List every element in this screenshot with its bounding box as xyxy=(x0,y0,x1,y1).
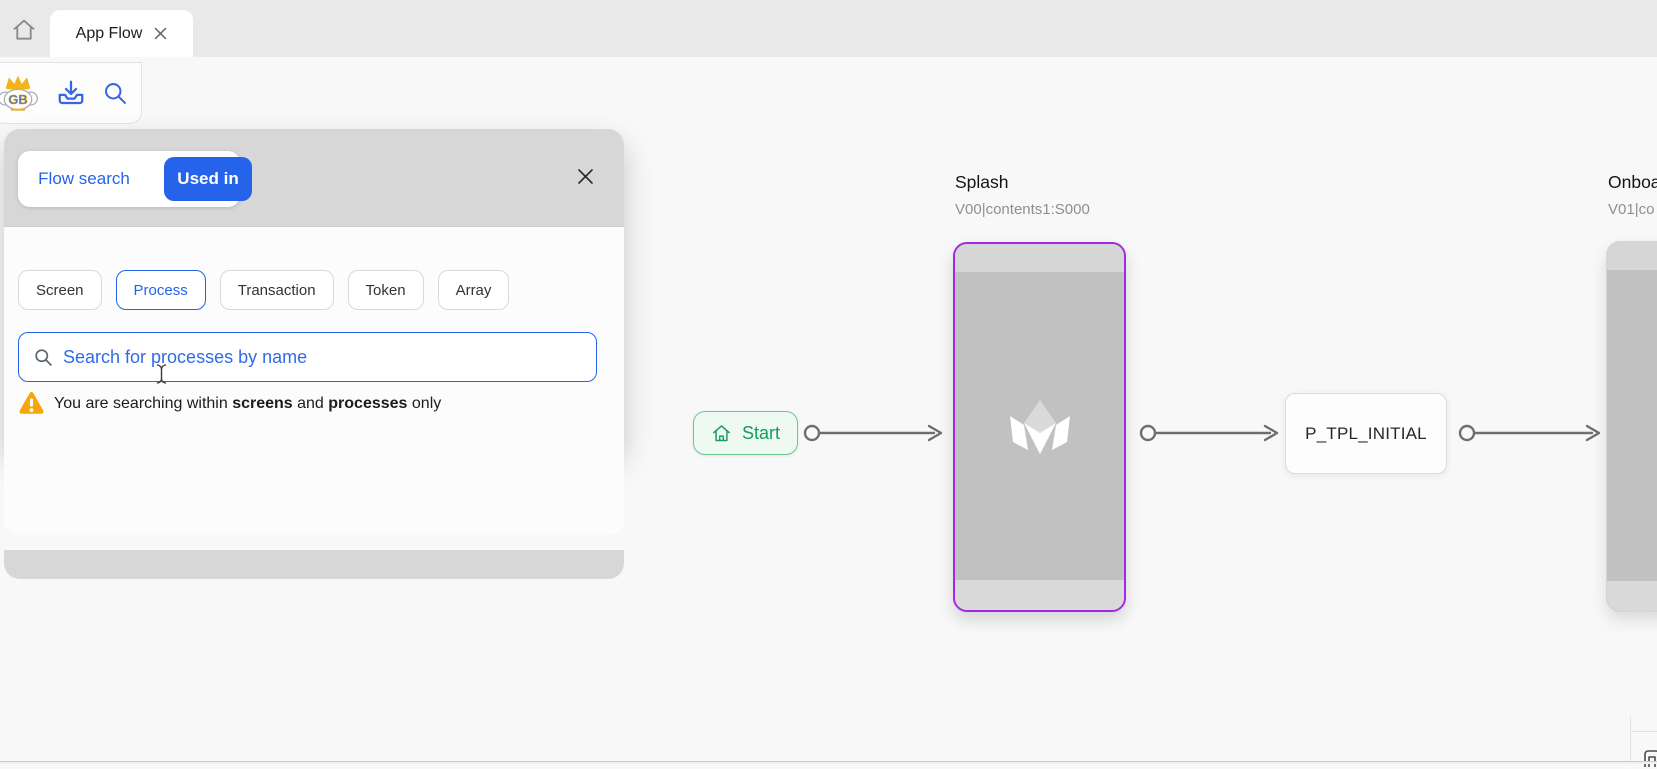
download-icon[interactable] xyxy=(56,78,86,108)
warning-icon xyxy=(18,391,45,416)
search-scope-warning: You are searching within screens and pro… xyxy=(18,391,441,416)
panel-tab-switcher: Flow search Used in xyxy=(18,151,240,207)
text-cursor-icon xyxy=(156,364,167,384)
flow-node-splash[interactable] xyxy=(953,242,1126,612)
panel-close-button[interactable] xyxy=(572,163,598,189)
phone-statusbar xyxy=(955,244,1124,272)
gb-mascot-icon[interactable]: GB xyxy=(0,72,40,114)
edge-handle[interactable] xyxy=(1141,426,1155,440)
edge-handle[interactable] xyxy=(805,426,819,440)
phone-statusbar xyxy=(1607,242,1657,270)
warning-text-bold: processes xyxy=(328,395,407,412)
close-icon xyxy=(577,168,594,185)
home-icon xyxy=(11,17,37,43)
search-panel: Flow search Used in Screen Process Trans… xyxy=(4,129,624,450)
edge-handle[interactable] xyxy=(1460,426,1474,440)
splash-app-logo xyxy=(1010,400,1070,456)
chip-token[interactable]: Token xyxy=(348,270,424,310)
tab-title: App Flow xyxy=(76,25,143,43)
entity-filter-chips: Screen Process Transaction Token Array xyxy=(18,270,509,310)
phone-navbar xyxy=(955,580,1124,610)
flow-node-onboarding[interactable] xyxy=(1606,241,1657,612)
flow-node-start[interactable]: Start xyxy=(693,411,798,455)
search-icon[interactable] xyxy=(102,80,129,107)
home-button[interactable] xyxy=(8,15,40,45)
phone-navbar xyxy=(1607,581,1657,611)
warning-text-bold: screens xyxy=(232,395,293,412)
process-search-field[interactable] xyxy=(18,332,597,382)
tab-flow-search[interactable]: Flow search xyxy=(18,169,150,189)
tab-close-icon[interactable] xyxy=(154,27,167,40)
chip-transaction[interactable]: Transaction xyxy=(220,270,334,310)
tab-app-flow[interactable]: App Flow xyxy=(50,10,193,57)
search-input[interactable] xyxy=(63,347,582,368)
top-bar: App Flow xyxy=(0,0,1657,57)
toolbar: GB xyxy=(0,62,142,124)
flow-node-process[interactable]: P_TPL_INITIAL xyxy=(1285,393,1447,474)
search-icon xyxy=(33,347,54,368)
warning-text: You are searching within screens and pro… xyxy=(54,395,441,413)
chip-process[interactable]: Process xyxy=(116,270,206,310)
start-node-label: Start xyxy=(742,423,780,444)
chip-array[interactable]: Array xyxy=(438,270,510,310)
warning-text-part: and xyxy=(293,395,329,412)
home-icon xyxy=(711,423,732,444)
warning-text-part: only xyxy=(407,395,441,412)
chip-screen[interactable]: Screen xyxy=(18,270,102,310)
panel-footer xyxy=(4,550,624,579)
gb-logo-text: GB xyxy=(8,92,27,107)
warning-text-part: You are searching within xyxy=(54,395,232,412)
process-node-label: P_TPL_INITIAL xyxy=(1305,424,1427,444)
tab-used-in[interactable]: Used in xyxy=(164,157,252,201)
